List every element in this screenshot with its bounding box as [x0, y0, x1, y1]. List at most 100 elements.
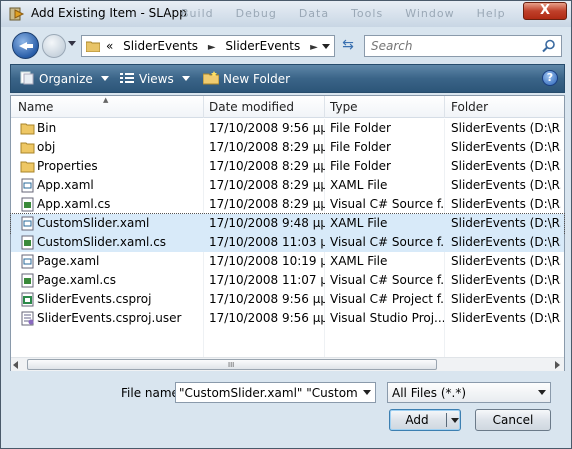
column-header-folder[interactable]: Folder: [451, 100, 488, 114]
file-name: Page.xaml: [37, 254, 100, 268]
file-type: Visual C# Source f...: [330, 273, 444, 287]
scroll-left-icon[interactable]: [13, 361, 18, 369]
breadcrumb-overflow[interactable]: «: [106, 39, 113, 53]
file-folder: SliderEvents (D:\R...: [451, 121, 561, 135]
cancel-button[interactable]: Cancel: [475, 409, 551, 431]
refresh-icon[interactable]: ⇆: [337, 35, 359, 57]
file-name: obj: [37, 140, 56, 154]
file-type-filter-value: All Files (*.*): [392, 386, 467, 400]
file-folder: SliderEvents (D:\R...: [451, 159, 561, 173]
file-type: Visual C# Source f...: [330, 197, 444, 211]
file-name: SliderEvents.csproj: [37, 292, 152, 306]
column-divider[interactable]: [444, 96, 445, 118]
views-label: Views: [139, 72, 174, 86]
chevron-down-icon: [100, 76, 109, 81]
column-divider[interactable]: [324, 96, 325, 118]
xaml-file-icon: [21, 178, 34, 193]
add-button-label: Add: [405, 413, 429, 427]
xaml-file-icon: [21, 216, 34, 231]
file-row-selected[interactable]: CustomSlider.xaml 17/10/2008 9:48 μμ XAM…: [10, 213, 565, 234]
file-row[interactable]: App.xaml 17/10/2008 8:29 μμ XAML File Sl…: [11, 176, 564, 195]
file-name-label: File name:: [121, 386, 183, 400]
forward-arrow-icon[interactable]: [42, 34, 66, 58]
file-type: Visual C# Project f...: [330, 292, 444, 306]
file-date: 17/10/2008 11:07 μμ: [209, 273, 325, 287]
file-name: SliderEvents.csproj.user: [37, 311, 182, 325]
title-bar: Add Existing Item - SLApp Build Debug Data…: [1, 1, 571, 27]
breadcrumb-separator-icon[interactable]: ►: [208, 42, 216, 53]
organize-button[interactable]: Organize: [19, 71, 109, 86]
window-title: Add Existing Item - SLApp: [31, 6, 187, 20]
file-name: Page.xaml.cs: [37, 273, 117, 287]
file-date: 17/10/2008 8:29 μμ: [209, 140, 325, 154]
column-header-name[interactable]: Name: [18, 100, 53, 114]
recent-pages-dropdown-icon[interactable]: [68, 41, 76, 46]
help-icon[interactable]: ?: [542, 70, 558, 86]
folder-icon: [20, 123, 35, 135]
chevron-down-icon[interactable]: [363, 390, 371, 395]
chevron-down-icon[interactable]: [538, 390, 546, 395]
file-folder: SliderEvents (D:\R...: [451, 216, 561, 230]
scrollbar-thumb[interactable]: III: [27, 359, 437, 370]
back-arrow-icon[interactable]: [12, 32, 39, 59]
split-divider: [446, 413, 447, 427]
file-type: File Folder: [330, 140, 391, 154]
file-type: XAML File: [330, 216, 388, 230]
add-options-chevron-icon[interactable]: [451, 418, 459, 423]
file-folder: SliderEvents (D:\R...: [451, 254, 561, 268]
scroll-right-icon[interactable]: [555, 361, 560, 369]
file-type: Visual Studio Proj...: [330, 311, 444, 325]
search-box[interactable]: [364, 35, 562, 57]
user-file-icon: [21, 311, 34, 326]
address-bar[interactable]: « SliderEvents ► SliderEvents ►: [81, 35, 335, 57]
folder-icon: [20, 161, 35, 173]
breadcrumb-item-sliderevents[interactable]: SliderEvents: [123, 39, 198, 53]
column-divider[interactable]: [203, 96, 204, 118]
file-row[interactable]: SliderEvents.csproj 17/10/2008 9:56 μμ V…: [11, 290, 564, 309]
views-button[interactable]: Views: [119, 71, 190, 86]
breadcrumb-item-sliderevents-sub[interactable]: SliderEvents: [225, 39, 300, 53]
search-icon[interactable]: [542, 39, 556, 53]
file-row[interactable]: Page.xaml 17/10/2008 10:19 μμ XAML File …: [11, 252, 564, 271]
file-folder: SliderEvents (D:\R...: [451, 273, 561, 287]
file-type: File Folder: [330, 121, 391, 135]
horizontal-scrollbar[interactable]: III: [11, 357, 564, 371]
file-row-selected[interactable]: CustomSlider.xaml.cs 17/10/2008 11:03 μμ…: [11, 233, 564, 252]
add-button[interactable]: Add: [389, 409, 461, 431]
file-name: Properties: [37, 159, 98, 173]
file-list[interactable]: ▲ Name Date modified Type Folder Bin 17/…: [10, 95, 565, 371]
file-date: 17/10/2008 9:56 μμ: [209, 311, 325, 325]
file-name: App.xaml.cs: [37, 197, 111, 211]
file-row[interactable]: Bin 17/10/2008 9:56 μμ File Folder Slide…: [11, 119, 564, 138]
organize-label: Organize: [39, 72, 93, 86]
organize-icon: [20, 71, 34, 85]
file-name: CustomSlider.xaml.cs: [37, 235, 167, 249]
file-date: 17/10/2008 11:03 μμ: [209, 235, 325, 249]
new-folder-button[interactable]: New Folder: [203, 71, 290, 86]
file-folder: SliderEvents (D:\R...: [451, 235, 561, 249]
address-row: « SliderEvents ► SliderEvents ► ⇆: [1, 27, 571, 63]
visual-studio-icon: [9, 7, 25, 21]
file-row[interactable]: Properties 17/10/2008 8:29 μμ File Folde…: [11, 157, 564, 176]
file-folder: SliderEvents (D:\R...: [451, 311, 561, 325]
file-type-filter-select[interactable]: All Files (*.*): [387, 382, 551, 403]
column-header-type[interactable]: Type: [330, 100, 358, 114]
close-button[interactable]: X: [523, 2, 567, 20]
csharp-file-icon: [21, 235, 34, 250]
folder-icon: [86, 41, 100, 52]
file-name-combobox[interactable]: [175, 382, 376, 403]
file-type: Visual C# Source f...: [330, 235, 444, 249]
file-row[interactable]: Page.xaml.cs 17/10/2008 11:07 μμ Visual …: [11, 271, 564, 290]
chevron-down-icon[interactable]: [322, 44, 330, 49]
column-header-date[interactable]: Date modified: [209, 100, 294, 114]
file-date: 17/10/2008 8:29 μμ: [209, 178, 325, 192]
file-name: App.xaml: [37, 178, 94, 192]
search-input[interactable]: [365, 36, 535, 56]
file-type: File Folder: [330, 159, 391, 173]
breadcrumb-separator-icon[interactable]: ►: [310, 42, 318, 53]
file-row[interactable]: SliderEvents.csproj.user 17/10/2008 9:56…: [11, 309, 564, 328]
file-row[interactable]: obj 17/10/2008 8:29 μμ File Folder Slide…: [11, 138, 564, 157]
csharp-file-icon: [21, 197, 34, 212]
file-row[interactable]: App.xaml.cs 17/10/2008 8:29 μμ Visual C#…: [11, 195, 564, 214]
file-name-input[interactable]: [176, 383, 358, 402]
